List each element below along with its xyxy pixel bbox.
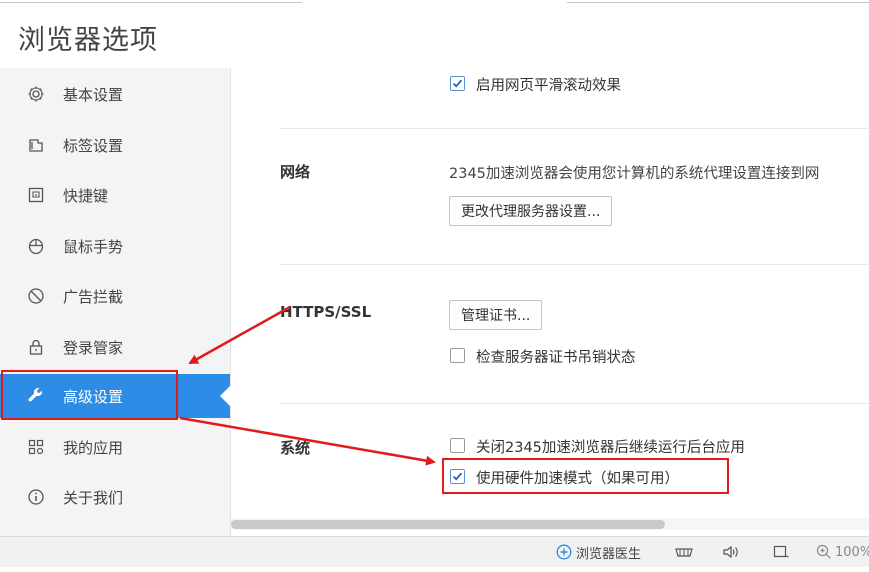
arrow-to-hardware-acceleration [179,416,436,466]
annotation-arrows [179,305,436,466]
arrow-to-advanced-settings [188,305,291,365]
